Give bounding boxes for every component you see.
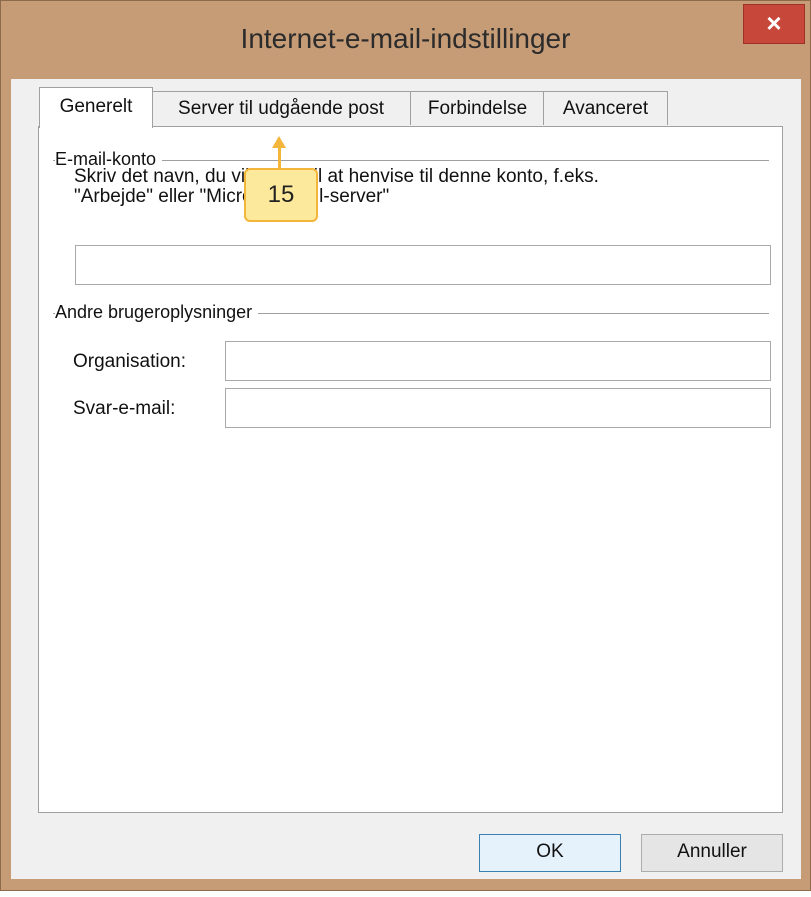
cancel-button[interactable]: Annuller: [641, 834, 783, 872]
tab-generelt[interactable]: Generelt: [39, 87, 153, 128]
dialog-client-area: Generelt Server til udgående post Forbin…: [11, 79, 801, 879]
annotation-callout: 15: [244, 168, 318, 222]
tab-avanceret[interactable]: Avanceret: [543, 91, 668, 125]
title-bar[interactable]: Internet-e-mail-indstillinger ×: [1, 1, 810, 81]
annotation-arrow-line: [278, 145, 281, 169]
close-button[interactable]: ×: [743, 4, 805, 44]
tab-label: Generelt: [59, 96, 133, 117]
reply-email-label: Svar-e-mail:: [73, 398, 176, 419]
close-icon: ×: [766, 8, 782, 38]
account-name-input[interactable]: [75, 245, 771, 285]
reply-email-input[interactable]: [225, 388, 771, 428]
account-description: Skriv det navn, du vil bruge til at henv…: [74, 167, 754, 207]
tab-server-til-udgaaende-post[interactable]: Server til udgående post: [150, 91, 412, 125]
description-line: "Arbejde" eller "Microsoft Mail-server": [74, 186, 390, 207]
user-info-group-label: Andre brugeroplysninger: [55, 302, 259, 323]
tab-label: Forbindelse: [427, 98, 528, 119]
dialog-window: Internet-e-mail-indstillinger × Generelt…: [0, 0, 811, 891]
description-line: Skriv det navn, du vil bruge til at henv…: [74, 166, 599, 187]
tab-label: Server til udgående post: [178, 98, 384, 119]
tab-panel-generelt: E-mail-konto Skriv det navn, du vil brug…: [38, 126, 783, 813]
ok-button[interactable]: OK: [479, 834, 621, 872]
tab-forbindelse[interactable]: Forbindelse: [410, 91, 545, 125]
window-title: Internet-e-mail-indstillinger: [240, 23, 571, 54]
organisation-label: Organisation:: [73, 351, 187, 372]
organisation-input[interactable]: [225, 341, 771, 381]
tab-label: Avanceret: [562, 98, 649, 119]
